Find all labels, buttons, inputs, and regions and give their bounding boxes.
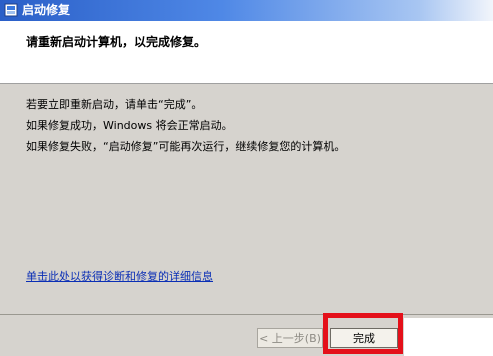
failure-line: 如果修复失败，“启动修复”可能再次运行，继续修复您的计算机。	[26, 140, 346, 153]
startup-repair-window: 启动修复 请重新启动计算机，以完成修复。 若要立即重新启动，请单击“完成”。 如…	[0, 0, 493, 356]
diagnostic-details-link[interactable]: 单击此处以获得诊断和修复的详细信息	[26, 268, 213, 284]
window-title: 启动修复	[22, 3, 71, 17]
title-bar[interactable]: 启动修复	[0, 0, 493, 21]
header-panel: 请重新启动计算机，以完成修复。	[0, 21, 493, 84]
startup-repair-icon	[4, 3, 18, 17]
back-button[interactable]: < 上一步(B)	[257, 328, 323, 348]
instruction-line: 若要立即重新启动，请单击“完成”。	[26, 98, 203, 111]
success-line: 如果修复成功，Windows 将会正常启动。	[26, 119, 233, 132]
covered-region	[404, 318, 493, 356]
highlight-box	[323, 313, 403, 354]
restart-message: 请重新启动计算机，以完成修复。	[26, 35, 207, 49]
